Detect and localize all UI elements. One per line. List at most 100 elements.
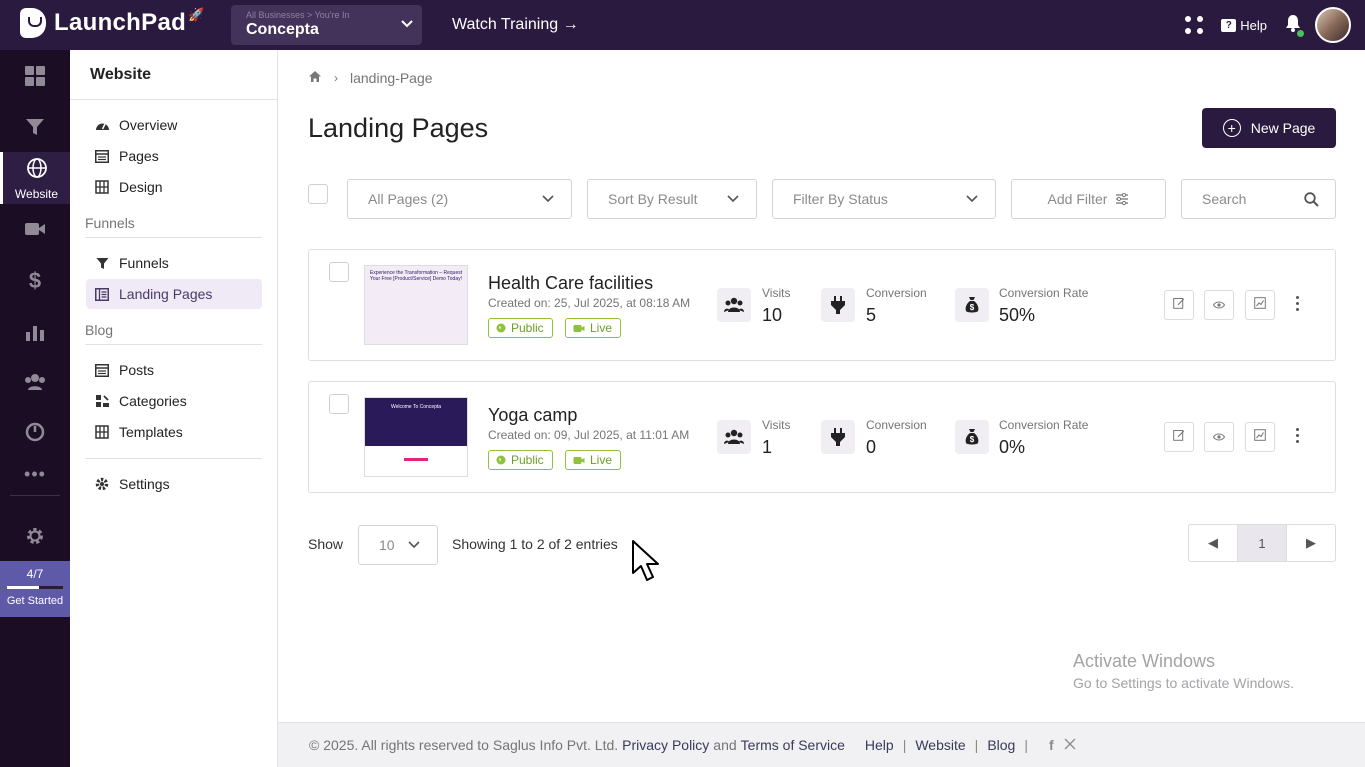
- icon-rail: Website $ ••• 4/7 Get Started: [0, 50, 70, 767]
- help-button[interactable]: ? Help: [1221, 18, 1267, 33]
- sidebar-item-landing-pages[interactable]: Landing Pages: [86, 279, 262, 309]
- rail-funnels[interactable]: [0, 116, 70, 143]
- search-icon[interactable]: [1304, 192, 1319, 210]
- terms-link[interactable]: Terms of Service: [741, 737, 845, 753]
- public-label: Public: [511, 321, 544, 335]
- watch-training-link[interactable]: Watch Training →: [452, 16, 579, 34]
- gear-icon: [25, 526, 45, 551]
- status-filter-dropdown[interactable]: Filter By Status: [772, 179, 996, 219]
- pages-icon: [94, 149, 110, 163]
- gauge-icon: [94, 119, 110, 132]
- conversion-rate-value: 0%: [999, 437, 1026, 457]
- rail-reports[interactable]: [0, 322, 70, 347]
- conversion-rate-value: 50%: [999, 305, 1036, 325]
- rail-video[interactable]: [0, 220, 70, 243]
- launchpad-logo-icon: [20, 8, 46, 38]
- add-filter-label: Add Filter: [1047, 191, 1108, 207]
- sliders-icon: [1115, 193, 1129, 205]
- edit-button[interactable]: [1164, 422, 1194, 452]
- rail-settings[interactable]: [0, 526, 70, 551]
- sidebar-item-categories[interactable]: Categories: [86, 386, 262, 416]
- page-name[interactable]: Health Care facilities: [488, 273, 653, 294]
- all-pages-dropdown[interactable]: All Pages (2): [347, 179, 572, 219]
- search-box[interactable]: Search: [1181, 179, 1336, 219]
- dashboard-icon: [24, 65, 46, 92]
- live-badge: Live: [565, 450, 622, 470]
- footer-separator: |: [974, 737, 979, 753]
- add-filter-button[interactable]: Add Filter: [1011, 179, 1166, 219]
- public-badge: Public: [488, 318, 553, 338]
- facebook-icon[interactable]: f: [1049, 737, 1054, 753]
- rocket-icon: 🚀: [188, 7, 205, 22]
- sidebar-item-label: Pages: [119, 148, 159, 164]
- footer-blog-link[interactable]: Blog: [987, 737, 1015, 753]
- live-label: Live: [590, 321, 613, 335]
- sort-dropdown[interactable]: Sort By Result: [587, 179, 757, 219]
- thumbnail-preview-text: Welcome To Concepta: [365, 398, 467, 446]
- copyright-text: © 2025. All rights reserved to Saglus In…: [309, 737, 619, 753]
- user-avatar[interactable]: [1315, 7, 1351, 43]
- sidebar-divider: [85, 458, 262, 459]
- row-checkbox[interactable]: [329, 262, 349, 282]
- sidebar-item-design[interactable]: Design: [86, 172, 262, 202]
- analytics-button[interactable]: [1245, 290, 1275, 320]
- page-thumbnail[interactable]: Welcome To Concepta: [364, 397, 468, 477]
- more-options-icon[interactable]: [1296, 428, 1299, 443]
- page-button-current[interactable]: 1: [1237, 525, 1287, 561]
- page-size-select[interactable]: 10: [358, 525, 438, 565]
- conversion-rate-label: Conversion Rate: [999, 418, 1089, 432]
- preview-button[interactable]: [1204, 290, 1234, 320]
- privacy-policy-link[interactable]: Privacy Policy: [622, 737, 709, 753]
- rail-dashboard[interactable]: [0, 65, 70, 92]
- page-name[interactable]: Yoga camp: [488, 405, 577, 426]
- live-camera-icon: [573, 324, 585, 333]
- preview-button[interactable]: [1204, 422, 1234, 452]
- business-switcher[interactable]: All Businesses > You're In Concepta: [231, 5, 422, 45]
- landing-page-card[interactable]: Experience the Transformation – Request …: [308, 249, 1336, 361]
- get-started-widget[interactable]: 4/7 Get Started: [0, 561, 70, 617]
- breadcrumb-separator: ›: [334, 71, 338, 85]
- sidebar-item-overview[interactable]: Overview: [86, 110, 262, 140]
- section-blog: Blog: [85, 322, 262, 345]
- sidebar-item-label: Posts: [119, 362, 155, 378]
- sidebar-item-templates[interactable]: Templates: [86, 417, 262, 447]
- conversion-rate-money-bag-icon: $: [955, 420, 989, 454]
- footer-help-link[interactable]: Help: [865, 737, 894, 753]
- row-checkbox[interactable]: [329, 394, 349, 414]
- landing-page-card[interactable]: Welcome To Concepta Yoga camp Created on…: [308, 381, 1336, 493]
- get-started-label: Get Started: [6, 595, 64, 607]
- analytics-button[interactable]: [1245, 422, 1275, 452]
- prev-page-button[interactable]: ◀: [1189, 525, 1237, 561]
- next-page-button[interactable]: ▶: [1287, 525, 1335, 561]
- chevron-down-icon: [965, 192, 979, 209]
- sidebar-item-funnels[interactable]: Funnels: [86, 248, 262, 278]
- edit-button[interactable]: [1164, 290, 1194, 320]
- footer-separator: |: [1024, 737, 1028, 753]
- rail-contacts[interactable]: [0, 373, 70, 396]
- page-thumbnail[interactable]: Experience the Transformation – Request …: [364, 265, 468, 345]
- select-all-checkbox[interactable]: [308, 184, 328, 204]
- more-options-icon[interactable]: [1296, 296, 1299, 311]
- footer-website-link[interactable]: Website: [915, 737, 965, 753]
- sidebar-item-posts[interactable]: Posts: [86, 355, 262, 385]
- x-twitter-icon[interactable]: [1064, 737, 1076, 753]
- rail-analytics[interactable]: [0, 422, 70, 447]
- home-icon[interactable]: [308, 70, 322, 86]
- thumbnail-preview-text: Experience the Transformation – Request …: [365, 266, 467, 344]
- rail-payments[interactable]: $: [0, 268, 70, 294]
- page-created-date: Created on: 09, Jul 2025, at 11:01 AM: [488, 428, 690, 442]
- page-size-value: 10: [379, 537, 395, 553]
- page-title: Landing Pages: [308, 113, 489, 143]
- apps-grid-icon[interactable]: [1185, 16, 1204, 34]
- video-icon: [24, 220, 46, 243]
- globe-icon: [496, 455, 506, 465]
- secondary-sidebar: Website Overview Pages Design Funnels Fu…: [70, 50, 278, 767]
- sidebar-item-settings[interactable]: Settings: [86, 469, 262, 499]
- get-started-count: 4/7: [26, 567, 44, 581]
- new-page-button[interactable]: + New Page: [1202, 108, 1336, 148]
- notifications-bell-icon[interactable]: [1285, 14, 1304, 37]
- rail-website[interactable]: Website: [0, 152, 70, 204]
- sidebar-item-pages[interactable]: Pages: [86, 141, 262, 171]
- brand-logo[interactable]: LaunchPad 🚀: [20, 7, 205, 38]
- rail-more[interactable]: •••: [0, 464, 70, 485]
